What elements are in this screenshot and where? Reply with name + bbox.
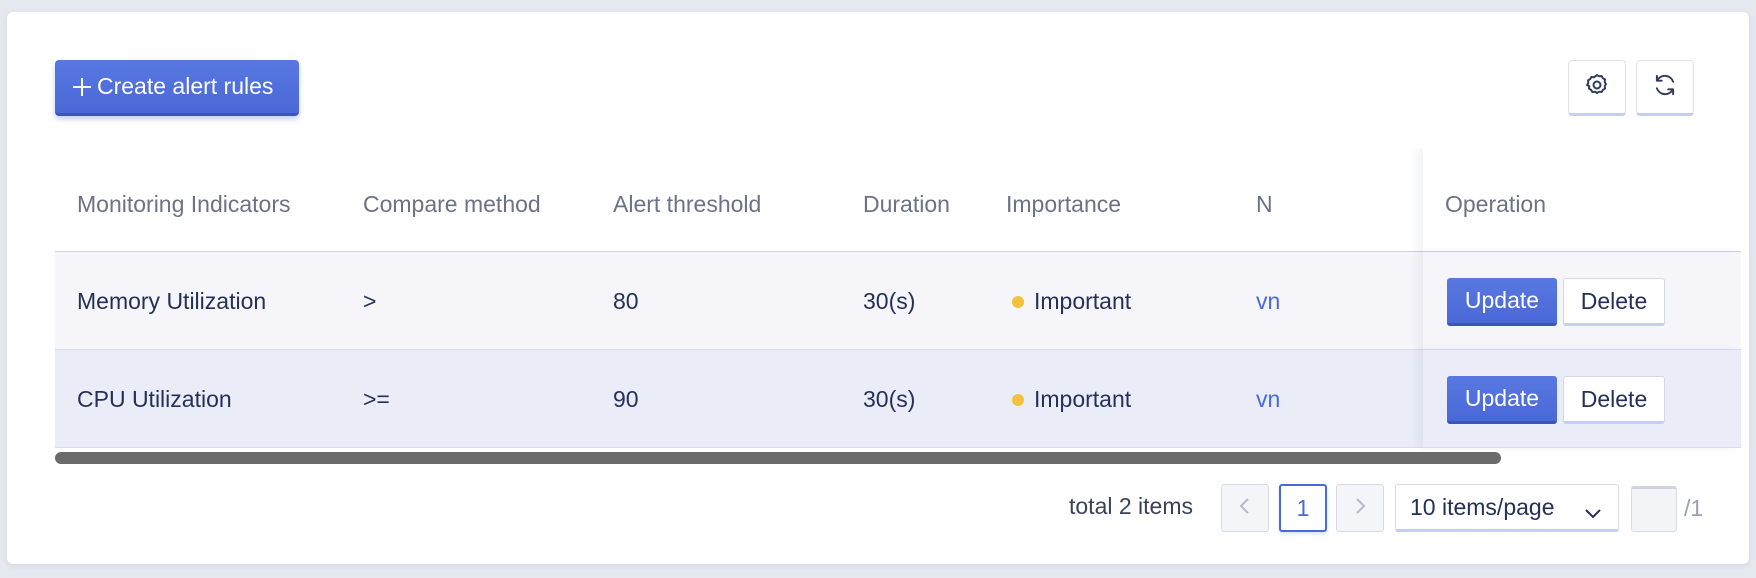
page-jump-input[interactable] <box>1631 486 1677 532</box>
compare-cell: >= <box>363 386 390 412</box>
threshold-cell: 80 <box>613 288 639 314</box>
update-button[interactable]: Update <box>1447 278 1557 326</box>
threshold-cell: 90 <box>613 386 639 412</box>
refresh-icon <box>1652 72 1678 103</box>
chevron-right-icon <box>1353 497 1367 520</box>
chevron-down-icon <box>1584 499 1602 526</box>
update-button[interactable]: Update <box>1447 376 1557 424</box>
delete-button[interactable]: Delete <box>1563 376 1665 424</box>
column-header-operation: Operation <box>1445 191 1547 217</box>
delete-button[interactable]: Delete <box>1563 278 1665 326</box>
indicator-cell: CPU Utilization <box>77 386 232 412</box>
importance-dot-icon <box>1012 296 1024 308</box>
page-number-current[interactable]: 1 <box>1279 484 1327 532</box>
create-alert-rules-label: Create alert rules <box>97 73 274 99</box>
importance-dot-icon <box>1012 394 1024 406</box>
column-header-importance: Importance <box>1006 191 1122 217</box>
indicator-cell: Memory Utilization <box>77 288 267 314</box>
refresh-button[interactable] <box>1636 60 1694 116</box>
notify-link[interactable]: vn <box>1256 386 1280 413</box>
alert-rules-panel: Create alert rules Monitoring Indicators… <box>7 12 1749 564</box>
compare-cell: > <box>363 288 377 314</box>
column-header-monitoring-indicators: Monitoring Indicators <box>77 191 291 217</box>
create-alert-rules-button[interactable]: Create alert rules <box>55 60 299 116</box>
next-page-button[interactable] <box>1336 484 1384 532</box>
duration-cell: 30(s) <box>863 386 916 412</box>
plus-icon <box>71 76 93 98</box>
settings-button[interactable] <box>1568 60 1626 116</box>
column-header-alert-threshold: Alert threshold <box>613 191 762 217</box>
column-header-notify: N <box>1256 191 1273 217</box>
total-pages-label: /1 <box>1684 495 1704 521</box>
chevron-left-icon <box>1238 497 1252 520</box>
alert-rules-table: Monitoring Indicators Compare method Ale… <box>55 148 1741 462</box>
page-size-select[interactable]: 10 items/page <box>1395 484 1619 532</box>
operation-column: Operation Update Delete Update Delete <box>1423 148 1741 448</box>
duration-cell: 30(s) <box>863 288 916 314</box>
operation-cell: Update Delete <box>1423 252 1741 350</box>
importance-cell: Important <box>1034 288 1132 314</box>
page-size-value: 10 items/page <box>1410 493 1555 520</box>
horizontal-scrollbar[interactable] <box>55 452 1501 464</box>
column-header-compare-method: Compare method <box>363 191 541 217</box>
column-header-duration: Duration <box>863 191 950 217</box>
gear-icon <box>1584 72 1610 103</box>
operation-cell: Update Delete <box>1423 350 1741 448</box>
pagination-total: total 2 items <box>1069 493 1193 519</box>
prev-page-button[interactable] <box>1221 484 1269 532</box>
importance-cell: Important <box>1034 386 1132 412</box>
operation-header-cell: Operation <box>1423 148 1741 252</box>
notify-link[interactable]: vn <box>1256 288 1280 315</box>
